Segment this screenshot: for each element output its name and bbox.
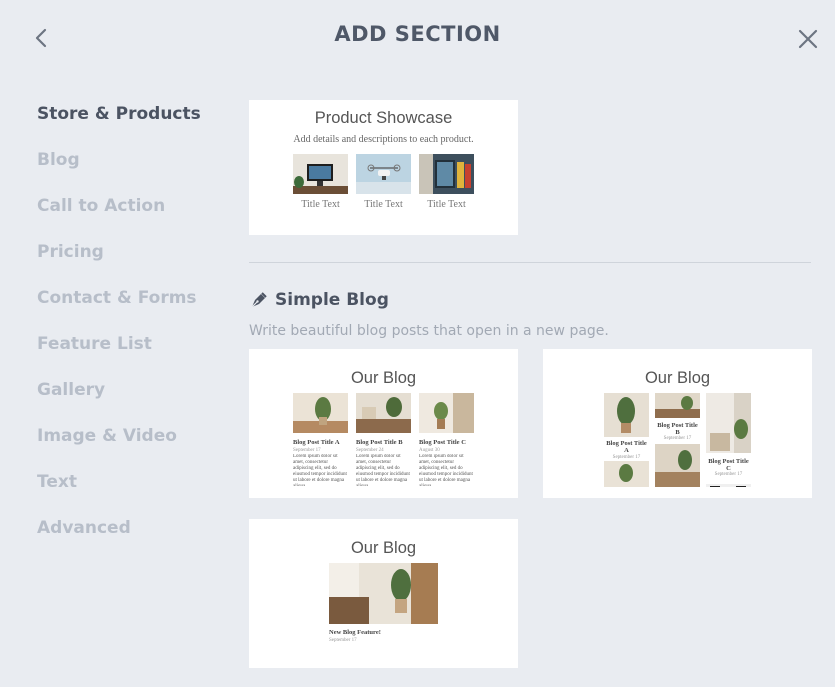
- card-title: Product Showcase: [314, 109, 453, 127]
- blog-image: [604, 461, 649, 487]
- blog-image: [655, 393, 700, 418]
- card-title: Our Blog: [350, 539, 417, 557]
- blog-image: [293, 393, 348, 433]
- blog-layout-grid-card[interactable]: Our Blog Blog Post Title A Blog Post Tit…: [249, 349, 518, 498]
- sidebar-item-call-to-action[interactable]: Call to Action: [37, 192, 201, 238]
- blog-image: [706, 393, 751, 453]
- product-image-tv: [293, 154, 348, 194]
- post-excerpt: Lorem ipsum dolor sit amet, consectetur …: [356, 454, 410, 486]
- close-button[interactable]: [796, 27, 820, 51]
- post-date: September 24: [356, 448, 384, 453]
- post-date: September 17: [663, 436, 692, 441]
- close-icon: [798, 29, 818, 49]
- blog-image: [604, 393, 649, 437]
- blog-image: [419, 393, 474, 433]
- sidebar-item-feature-list[interactable]: Feature List: [37, 330, 201, 376]
- card-subtitle: Add details and descriptions to each pro…: [293, 134, 474, 145]
- page-title: ADD SECTION: [334, 22, 501, 46]
- blog-image: [356, 393, 411, 433]
- post-title: Blog Post Title C: [419, 439, 466, 446]
- post-excerpt: Lorem ipsum dolor sit amet, consectetur …: [419, 454, 473, 486]
- blog-image: [706, 479, 751, 487]
- product-caption: Title Text: [364, 199, 403, 210]
- post-title: Blog Post Title B: [657, 422, 698, 436]
- pen-nib-icon: [251, 292, 267, 308]
- post-title: Blog Post Title B: [356, 439, 403, 446]
- post-date: September 17: [714, 472, 743, 477]
- sidebar-item-blog[interactable]: Blog: [37, 146, 201, 192]
- sidebar-item-pricing[interactable]: Pricing: [37, 238, 201, 284]
- post-date: September 17: [293, 448, 321, 453]
- blog-layout-masonry-card[interactable]: Our Blog Blog Post Title A September 17 …: [543, 349, 812, 498]
- blog-image: [655, 444, 700, 487]
- post-title: Blog Post Title A: [606, 440, 647, 454]
- sidebar-item-image-video[interactable]: Image & Video: [37, 422, 201, 468]
- blog-image: [329, 654, 438, 658]
- sidebar-item-text[interactable]: Text: [37, 468, 201, 514]
- section-divider: [249, 262, 811, 263]
- post-excerpt: Lorem ipsum dolor sit amet, consectetur …: [293, 454, 347, 486]
- section-description: Write beautiful blog posts that open in …: [249, 323, 609, 339]
- post-date: September 17: [329, 638, 357, 643]
- category-sidebar: Store & Products Blog Call to Action Pri…: [37, 100, 201, 560]
- section-heading: Simple Blog: [249, 290, 389, 310]
- product-image-tablet: [419, 154, 474, 194]
- blog-layout-featured-card[interactable]: Our Blog New Blog Feature! September 17: [249, 519, 518, 668]
- sidebar-item-store-products[interactable]: Store & Products: [37, 100, 201, 146]
- product-caption: Title Text: [301, 199, 340, 210]
- post-date: September 17: [612, 455, 641, 460]
- card-title: Our Blog: [350, 369, 417, 387]
- post-title: New Blog Feature!: [329, 629, 381, 636]
- post-title: Blog Post Title C: [708, 458, 749, 472]
- sidebar-item-gallery[interactable]: Gallery: [37, 376, 201, 422]
- post-title: Blog Post Title A: [293, 439, 340, 446]
- product-showcase-card[interactable]: Product Showcase Add details and descrip…: [249, 100, 518, 235]
- card-title: Our Blog: [644, 369, 711, 387]
- sidebar-item-contact-forms[interactable]: Contact & Forms: [37, 284, 201, 330]
- product-caption: Title Text: [427, 199, 466, 210]
- blog-feature-image: [329, 563, 438, 624]
- section-heading-label: Simple Blog: [275, 290, 389, 310]
- product-image-drone: [356, 154, 411, 194]
- sidebar-item-advanced[interactable]: Advanced: [37, 514, 201, 560]
- post-date: August 30: [419, 448, 440, 453]
